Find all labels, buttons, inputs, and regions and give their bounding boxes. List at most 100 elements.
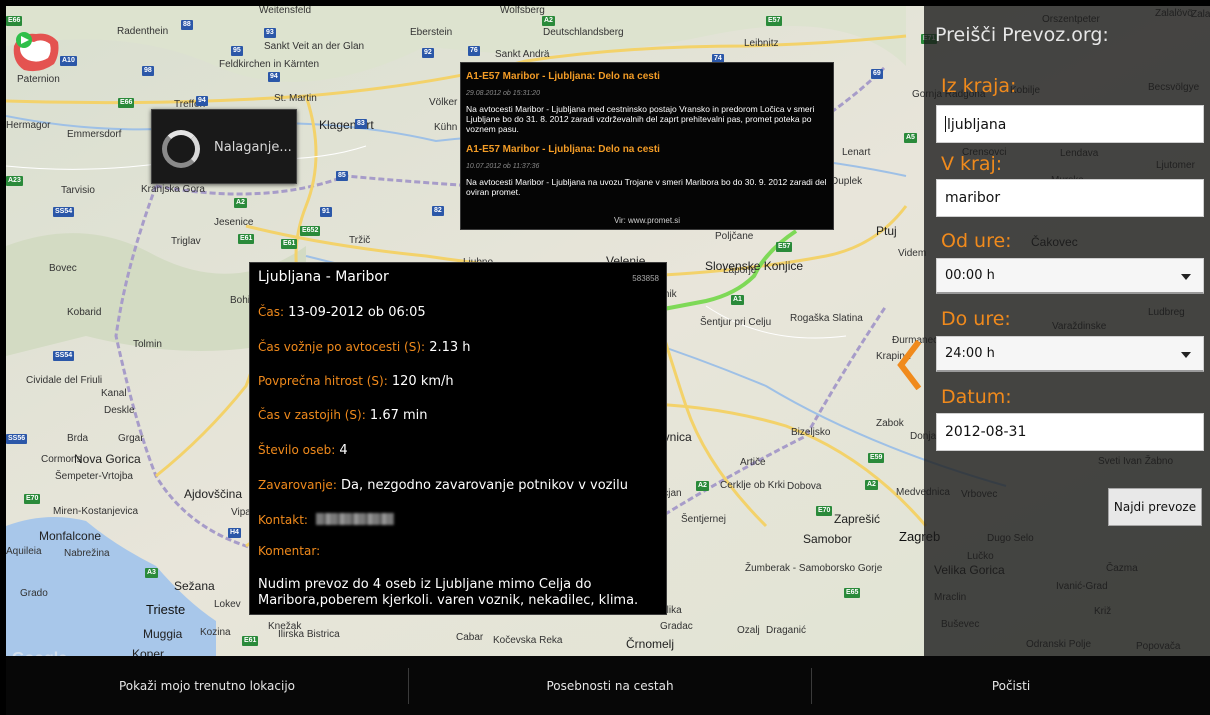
ride-average-speed-value: 120 km/h xyxy=(391,374,454,389)
map-place-label: Šentjernej xyxy=(681,514,727,525)
ride-comment-label: Komentar: xyxy=(258,544,321,558)
road-sign: 69 xyxy=(871,69,883,79)
ride-contact-label: Kontakt: xyxy=(258,513,308,527)
road-sign: A2 xyxy=(696,481,709,491)
map-place-label: Cividale del Friuli xyxy=(26,375,103,386)
dropdown-caret-icon xyxy=(1181,352,1191,358)
date-input[interactable]: 2012-08-31 xyxy=(936,413,1204,451)
road-sign: 94 xyxy=(196,96,208,106)
ride-seats-label: Število oseb: xyxy=(258,443,336,457)
map-place-label: Šempeter-Vrtojba xyxy=(55,471,133,482)
clear-button[interactable]: Počisti xyxy=(812,656,1210,715)
map-place-label: Laporje xyxy=(723,265,757,276)
map-place-label: Deutschlandsberg xyxy=(543,27,624,38)
map-place-label: Zaprešić xyxy=(834,512,881,526)
map-place-label: Kühn xyxy=(434,122,458,133)
news-source: Vir: www.promet.si xyxy=(613,216,681,225)
ride-traffic-delay-label: Čas v zastojih (S): xyxy=(258,408,366,422)
map-place-label: Duplek xyxy=(831,176,863,187)
map-place-label: Artiče xyxy=(740,457,766,468)
road-sign: E57 xyxy=(766,16,783,26)
map-place-label: Zabok xyxy=(876,418,904,429)
map-place-label: Grado xyxy=(20,588,48,599)
ride-highway-duration-value: 2.13 h xyxy=(429,340,471,355)
road-sign: A2 xyxy=(234,198,247,208)
show-my-location-button[interactable]: Pokaži mojo trenutno lokacijo xyxy=(6,656,408,715)
ride-comment-label-row: Komentar: xyxy=(258,544,320,559)
search-panel xyxy=(924,6,1210,656)
ride-insurance-row: Zavarovanje: Da, nezgodno zavarovanje po… xyxy=(258,478,628,493)
news-body: Na avtocesti Maribor - Ljubljana med ces… xyxy=(466,104,815,134)
text-cursor xyxy=(945,116,946,132)
road-sign: E66 xyxy=(6,16,23,26)
road-sign: A3 xyxy=(145,568,158,578)
time-to-value: 24:00 h xyxy=(945,346,995,361)
map-place-label: Sankt Veit an der Glan xyxy=(264,41,365,52)
map-place-label: Grgar xyxy=(118,433,144,444)
to-input[interactable]: maribor xyxy=(936,179,1204,217)
road-sign: E61 xyxy=(242,636,259,646)
map-place-label: Šentjur pri Celju xyxy=(700,317,772,328)
map-place-label: Völker xyxy=(429,97,458,108)
map-place-label: Kanal xyxy=(101,388,127,399)
chevron-left-icon xyxy=(897,339,922,391)
map-place-label: Nabrežina xyxy=(64,548,110,559)
traffic-news-popup[interactable]: A1-E57 Maribor - Ljubljana: Delo na cest… xyxy=(460,62,834,230)
map-place-label: Leibnitz xyxy=(744,38,779,49)
map-place-label: Koper xyxy=(132,647,165,656)
road-sign: 98 xyxy=(142,66,154,76)
time-to-select[interactable]: 24:00 h xyxy=(936,336,1204,372)
ride-traffic-delay-row: Čas v zastojih (S): 1.67 min xyxy=(258,408,428,423)
map-place-label: Kobarid xyxy=(67,307,102,318)
ride-time-row: Čas: 13-09-2012 ob 06:05 xyxy=(258,305,426,320)
news-item: A1-E57 Maribor - Ljubljana: Delo na cest… xyxy=(466,71,828,134)
map-place-label: Ozalj xyxy=(737,625,760,636)
road-conditions-button[interactable]: Posebnosti na cestah xyxy=(409,656,811,715)
map-place-label: Črnomelj xyxy=(626,637,675,651)
road-sign: 82 xyxy=(432,206,444,216)
map-place-label: Videm xyxy=(898,248,927,259)
time-from-value: 00:00 h xyxy=(945,268,995,283)
road-sign: E65 xyxy=(844,588,861,598)
loading-text: Nalaganje... xyxy=(214,140,292,155)
road-sign: A2 xyxy=(542,16,555,26)
ride-traffic-delay-value: 1.67 min xyxy=(369,408,428,423)
map-place-label: Aquileia xyxy=(6,546,42,557)
ride-average-speed-row: Povprečna hitrost (S): 120 km/h xyxy=(258,374,454,389)
road-sign: E61 xyxy=(238,234,255,244)
from-input[interactable]: ljubljana xyxy=(936,105,1204,143)
ride-contact-redacted[interactable] xyxy=(316,513,395,525)
map-place-label: Cerklje ob Krki xyxy=(720,480,786,491)
map-place-label: Samobor xyxy=(803,532,852,546)
road-sign: A23 xyxy=(6,176,23,186)
ride-details-popup[interactable]: Ljubljana - Maribor 583858 Čas: 13-09-20… xyxy=(249,262,667,615)
map-place-label: Tržič xyxy=(349,235,371,246)
road-sign: E59 xyxy=(868,453,885,463)
ride-insurance-value: Da, nezgodno zavarovanje potnikov v vozi… xyxy=(341,478,628,493)
map-place-label: Radenthein xyxy=(117,26,169,37)
map-place-label: Wolfsberg xyxy=(500,6,545,16)
search-panel-title: Preišči Prevoz.org: xyxy=(935,24,1109,46)
ride-seats-row: Število oseb: 4 xyxy=(258,443,348,458)
collapse-panel-button[interactable] xyxy=(893,339,923,391)
map-place-label: Emmersdorf xyxy=(67,129,122,140)
map-place-label: Lenart xyxy=(842,147,871,158)
date-label: Datum: xyxy=(941,386,1012,408)
time-from-select[interactable]: 00:00 h xyxy=(936,258,1204,294)
app-logo[interactable] xyxy=(10,26,62,78)
road-sign: E57 xyxy=(776,242,793,252)
map-place-label: St. Martin xyxy=(274,93,317,104)
map-place-label: Cabar xyxy=(456,632,484,643)
ride-id: 583858 xyxy=(632,274,659,283)
map-place-label: Sankt Andrä xyxy=(495,49,550,60)
find-rides-button[interactable]: Najdi prevoze xyxy=(1108,488,1202,526)
map-place-label: Dobova xyxy=(787,481,822,492)
map-place-label: Jesenice xyxy=(214,217,254,228)
ride-highway-duration-label: Čas vožnje po avtocesti (S): xyxy=(258,340,426,354)
from-label: Iz kraja: xyxy=(941,75,1017,97)
map-place-label: Hermagor xyxy=(6,120,51,131)
map-place-label: Kočevska Reka xyxy=(493,635,563,646)
from-input-value: ljubljana xyxy=(947,117,1007,133)
news-body: Na avtocesti Maribor - Ljubljana na uvoz… xyxy=(466,177,827,197)
map-place-label: Lokev xyxy=(214,599,241,610)
